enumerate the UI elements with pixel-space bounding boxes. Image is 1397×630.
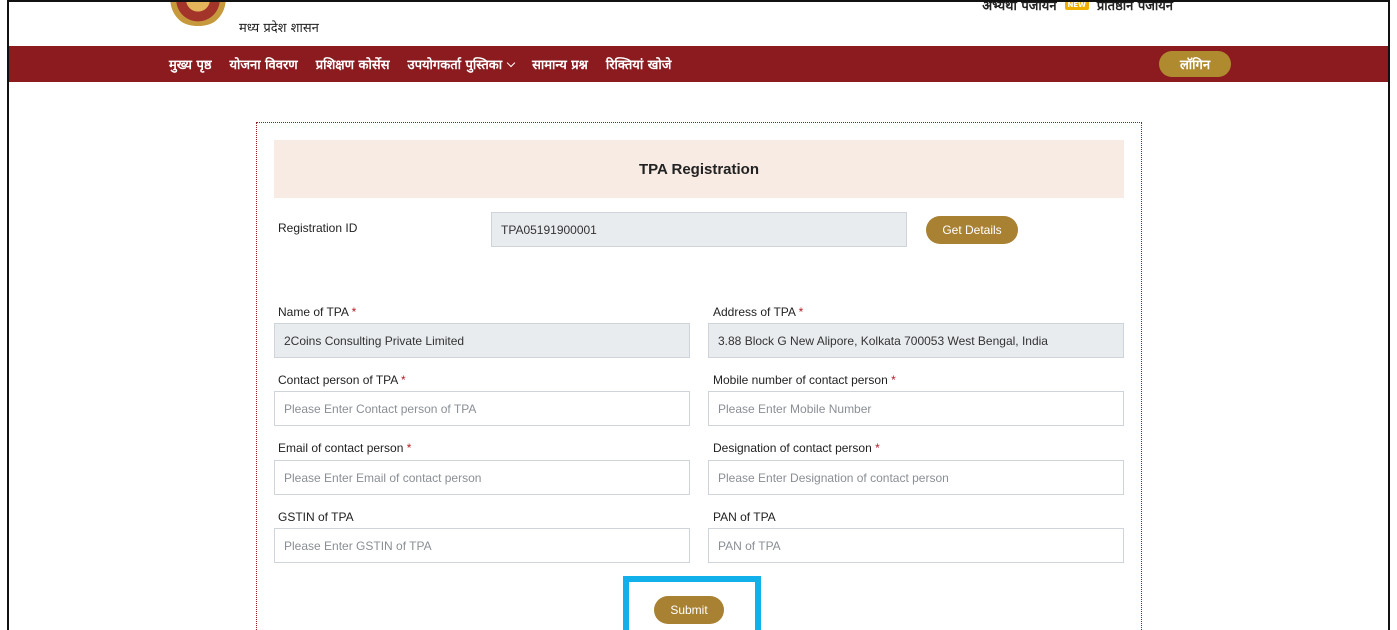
login-button[interactable]: लॉगिन <box>1159 51 1231 77</box>
required-marker: * <box>400 373 406 387</box>
name-of-tpa-label: Name of TPA * <box>278 305 356 319</box>
site-header: मध्य प्रदेश शासन अभ्यर्थी पंजीयन NEW प्र… <box>9 2 1388 46</box>
registration-id-field[interactable]: TPA05191900001 <box>491 212 907 247</box>
gstin-input[interactable]: Please Enter GSTIN of TPA <box>274 528 690 563</box>
top-registration-links: अभ्यर्थी पंजीयन NEW प्रतिष्ठान पंजीयन <box>982 2 1173 14</box>
gstin-label: GSTIN of TPA <box>278 510 354 524</box>
email-input[interactable]: Please Enter Email of contact person <box>274 460 690 495</box>
designation-label-text: Designation of contact person <box>713 441 872 455</box>
chevron-down-icon <box>506 58 516 67</box>
nav-item-user-manual-label: उपयोगकर्ता पुस्तिका <box>407 58 503 73</box>
pan-label: PAN of TPA <box>713 510 776 524</box>
nav-menu: मुख्य पृष्ठ योजना विवरण प्रशिक्षण कोर्से… <box>169 46 671 82</box>
contact-person-label-text: Contact person of TPA <box>278 373 398 387</box>
name-of-tpa-label-text: Name of TPA <box>278 305 349 319</box>
required-marker: * <box>798 305 804 319</box>
name-of-tpa-field[interactable]: 2Coins Consulting Private Limited <box>274 323 690 358</box>
mobile-number-input[interactable]: Please Enter Mobile Number <box>708 391 1124 426</box>
tpa-registration-form: TPA Registration Registration ID TPA0519… <box>256 122 1142 630</box>
submit-highlight-box <box>623 576 761 630</box>
email-label: Email of contact person * <box>278 441 411 455</box>
institute-registration-link[interactable]: प्रतिष्ठान पंजीयन <box>1097 2 1173 14</box>
mp-emblem-logo <box>169 2 227 26</box>
required-marker: * <box>351 305 357 319</box>
designation-label: Designation of contact person * <box>713 441 880 455</box>
main-navbar: मुख्य पृष्ठ योजना विवरण प्रशिक्षण कोर्से… <box>9 46 1388 82</box>
required-marker: * <box>875 441 880 455</box>
candidate-registration-link[interactable]: अभ्यर्थी पंजीयन <box>982 2 1056 14</box>
form-title: TPA Registration <box>274 140 1124 198</box>
contact-person-input[interactable]: Please Enter Contact person of TPA <box>274 391 690 426</box>
new-badge: NEW <box>1064 2 1089 10</box>
mobile-number-label: Mobile number of contact person * <box>713 373 896 387</box>
nav-item-scheme-details[interactable]: योजना विवरण <box>230 55 298 73</box>
get-details-button[interactable]: Get Details <box>926 216 1018 244</box>
nav-item-search-vacancies[interactable]: रिक्तियां खोजे <box>606 55 672 73</box>
required-marker: * <box>406 441 412 455</box>
address-of-tpa-label: Address of TPA * <box>713 305 803 319</box>
designation-input[interactable]: Please Enter Designation of contact pers… <box>708 460 1124 495</box>
mobile-number-label-text: Mobile number of contact person <box>713 373 888 387</box>
browser-viewport: मध्य प्रदेश शासन अभ्यर्थी पंजीयन NEW प्र… <box>7 0 1390 630</box>
nav-item-faq[interactable]: सामान्य प्रश्न <box>532 55 588 73</box>
email-label-text: Email of contact person <box>278 441 404 455</box>
pan-input[interactable]: PAN of TPA <box>708 528 1124 563</box>
registration-id-label: Registration ID <box>278 221 358 235</box>
nav-item-home[interactable]: मुख्य पृष्ठ <box>169 55 212 73</box>
contact-person-label: Contact person of TPA * <box>278 373 406 387</box>
nav-item-training-courses[interactable]: प्रशिक्षण कोर्सेस <box>316 55 390 73</box>
nav-item-user-manual[interactable]: उपयोगकर्ता पुस्तिका <box>407 55 516 73</box>
address-of-tpa-label-text: Address of TPA <box>713 305 796 319</box>
required-marker: * <box>891 373 896 387</box>
government-name: मध्य प्रदेश शासन <box>239 21 319 36</box>
address-of-tpa-field[interactable]: 3.88 Block G New Alipore, Kolkata 700053… <box>708 323 1124 358</box>
